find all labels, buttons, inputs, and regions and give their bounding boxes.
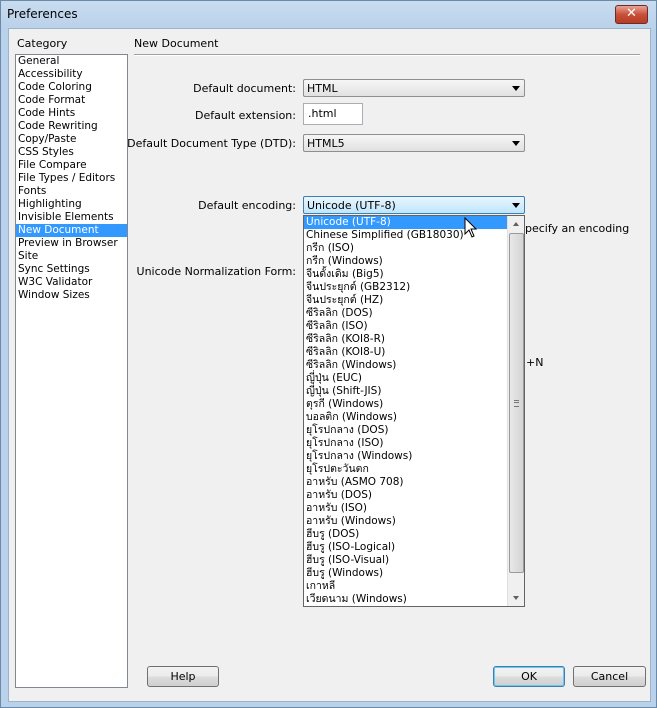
category-item-code-hints[interactable]: Code Hints: [16, 107, 127, 120]
category-item-code-format[interactable]: Code Format: [16, 94, 127, 107]
default-extension-label: Default extension:: [194, 109, 296, 122]
encoding-option[interactable]: ตุรกี (Windows): [304, 398, 508, 411]
encoding-option[interactable]: บอลติก (Windows): [304, 411, 508, 424]
encoding-option[interactable]: เกาหลี: [304, 580, 508, 593]
arrow-down-icon: [513, 596, 519, 600]
category-item-site[interactable]: Site: [16, 250, 127, 263]
close-icon: ✕: [626, 6, 637, 21]
encoding-option[interactable]: ยุโรปกลาง (Windows): [304, 450, 508, 463]
encoding-option[interactable]: ฮีบรู (DOS): [304, 528, 508, 541]
ok-button[interactable]: OK: [493, 666, 565, 687]
encoding-option[interactable]: อาหรับ (ISO): [304, 502, 508, 515]
default-extension-input[interactable]: .html: [303, 103, 363, 125]
default-encoding-label: Default encoding:: [198, 199, 296, 212]
section-title: New Document: [134, 37, 219, 50]
encoding-option[interactable]: ยุโรปตะวันตก: [304, 463, 508, 476]
dtd-select[interactable]: HTML5: [303, 134, 525, 152]
encoding-option[interactable]: เวียดนาม (Windows): [304, 593, 508, 606]
category-item-sync-settings[interactable]: Sync Settings: [16, 263, 127, 276]
default-document-value: HTML: [307, 82, 338, 95]
encoding-option[interactable]: จีนประยุกต์ (HZ): [304, 294, 508, 307]
encoding-option[interactable]: ซีริลลิก (KOI8-U): [304, 346, 508, 359]
scroll-down-button[interactable]: [508, 590, 524, 606]
encoding-option[interactable]: จีนดั้งเดิม (Big5): [304, 268, 508, 281]
scroll-up-button[interactable]: [508, 216, 524, 232]
encoding-option[interactable]: ยุโรปกลาง (DOS): [304, 424, 508, 437]
encoding-option[interactable]: ซีริลลิก (Windows): [304, 359, 508, 372]
encoding-option[interactable]: ซีริลลิก (ISO): [304, 320, 508, 333]
dtd-label: Default Document Type (DTD):: [127, 137, 296, 150]
encoding-option[interactable]: ญี่ปุ่น (EUC): [304, 372, 508, 385]
default-document-select[interactable]: HTML: [303, 79, 525, 97]
encoding-option[interactable]: ซีริลลิก (DOS): [304, 307, 508, 320]
category-item-file-types-editors[interactable]: File Types / Editors: [16, 172, 127, 185]
title-bar[interactable]: Preferences ✕: [1, 1, 656, 28]
encoding-options: Unicode (UTF-8) Chinese Simplified (GB18…: [304, 216, 508, 606]
category-item-highlighting[interactable]: Highlighting: [16, 198, 127, 211]
encoding-option[interactable]: ญี่ปุ่น (Shift-JIS): [304, 385, 508, 398]
encoding-option[interactable]: อาหรับ (Windows): [304, 515, 508, 528]
chevron-down-icon: [512, 86, 520, 91]
shortcut-partial-text: +N: [526, 356, 544, 369]
encoding-option[interactable]: ฮีบรู (ISO-Logical): [304, 541, 508, 554]
dropdown-scrollbar[interactable]: [507, 216, 524, 606]
category-item-window-sizes[interactable]: Window Sizes: [16, 289, 127, 302]
chevron-down-icon: [512, 203, 520, 208]
dialog-body: Category General Accessibility Code Colo…: [8, 28, 651, 702]
encoding-option[interactable]: อาหรับ (DOS): [304, 489, 508, 502]
category-item-code-rewriting[interactable]: Code Rewriting: [16, 120, 127, 133]
grip-icon: [514, 400, 519, 407]
encoding-option[interactable]: อาหรับ (ASMO 708): [304, 476, 508, 489]
preferences-window: Preferences ✕ Category General Accessibi…: [0, 0, 657, 708]
dtd-value: HTML5: [307, 137, 345, 150]
help-button[interactable]: Help: [147, 666, 219, 687]
window-title: Preferences: [7, 7, 78, 21]
default-encoding-value: Unicode (UTF-8): [307, 199, 396, 212]
encoding-option[interactable]: ยุโรปกลาง (ISO): [304, 437, 508, 450]
category-item-general[interactable]: General: [16, 55, 127, 68]
default-document-label: Default document:: [193, 82, 296, 95]
encoding-option[interactable]: ซีริลลิก (KOI8-R): [304, 333, 508, 346]
encoding-option[interactable]: กรีก (Windows): [304, 255, 508, 268]
category-item-file-compare[interactable]: File Compare: [16, 159, 127, 172]
encoding-option[interactable]: กรีก (ISO): [304, 242, 508, 255]
chevron-down-icon: [512, 141, 520, 146]
category-item-fonts[interactable]: Fonts: [16, 185, 127, 198]
category-item-preview-in-browser[interactable]: Preview in Browser: [16, 237, 127, 250]
section-divider: [134, 54, 640, 56]
encoding-option[interactable]: ฮีบรู (ISO-Visual): [304, 554, 508, 567]
category-item-code-coloring[interactable]: Code Coloring: [16, 81, 127, 94]
encoding-option[interactable]: จีนประยุกต์ (GB2312): [304, 281, 508, 294]
encoding-dropdown-list[interactable]: Unicode (UTF-8) Chinese Simplified (GB18…: [303, 215, 525, 607]
scrollbar-thumb[interactable]: [509, 233, 524, 573]
default-encoding-select[interactable]: Unicode (UTF-8): [303, 196, 525, 214]
mouse-cursor-icon: [464, 217, 478, 238]
cancel-button[interactable]: Cancel: [573, 666, 646, 687]
encoding-option[interactable]: ฮีบรู (Windows): [304, 567, 508, 580]
category-item-w3c-validator[interactable]: W3C Validator: [16, 276, 127, 289]
category-item-invisible-elements[interactable]: Invisible Elements: [16, 211, 127, 224]
specify-encoding-text: pecify an encoding: [525, 222, 630, 235]
close-button[interactable]: ✕: [615, 5, 648, 24]
category-item-new-document[interactable]: New Document: [16, 224, 127, 237]
arrow-up-icon: [513, 222, 519, 226]
normalization-form-label: Unicode Normalization Form:: [136, 265, 296, 278]
category-item-accessibility[interactable]: Accessibility: [16, 68, 127, 81]
category-label: Category: [17, 37, 68, 50]
